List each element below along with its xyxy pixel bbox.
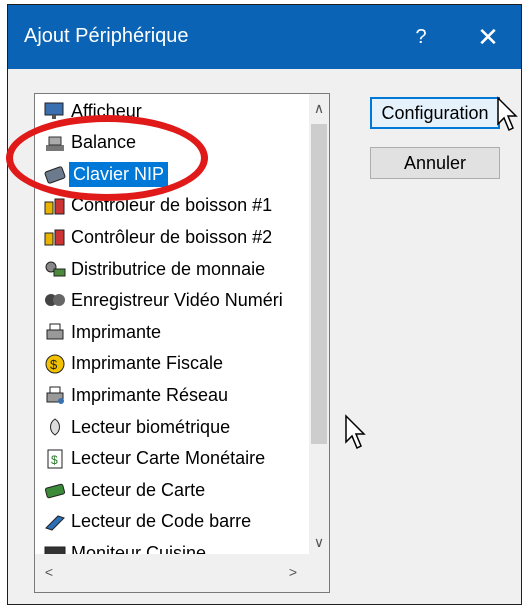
device-list-item-label: Imprimante Fiscale — [71, 353, 224, 374]
vertical-scrollbar[interactable]: ∧ ∨ — [309, 94, 329, 554]
close-button[interactable]: ✕ — [463, 17, 513, 57]
device-list-item[interactable]: Balance — [35, 128, 311, 158]
device-list-item[interactable]: Clavier NIP — [35, 159, 311, 189]
window-title: Ajout Périphérique — [24, 25, 189, 47]
device-list-item[interactable]: Contrôleur de boisson #2 — [35, 222, 311, 252]
title-bar[interactable]: Ajout Périphérique ? ✕ — [8, 5, 521, 69]
drink-controller-icon — [43, 225, 67, 249]
cancel-button[interactable]: Annuler — [370, 147, 500, 179]
device-list-item[interactable]: Contrôleur de boisson #1 — [35, 191, 311, 221]
device-list-item-label: Contrôleur de boisson #2 — [71, 226, 273, 247]
device-list-item-label: Imprimante — [71, 321, 162, 342]
device-list-item[interactable]: Imprimante — [35, 317, 311, 347]
device-list-item-label: Balance — [71, 132, 137, 153]
device-list-item-label: Lecteur de Carte — [71, 479, 206, 500]
device-list-item[interactable]: Moniteur Cuisine — [35, 538, 311, 554]
device-list-item-label: Clavier NIP — [69, 161, 169, 187]
device-list-item-label: Lecteur biométrique — [71, 416, 231, 437]
device-list-item-label: Distributrice de monnaie — [71, 258, 266, 279]
help-button[interactable]: ? — [401, 17, 441, 57]
scrollbar-corner — [309, 554, 329, 592]
scroll-down-icon[interactable]: ∨ — [309, 532, 329, 552]
drink-controller-icon — [43, 194, 67, 218]
dvr-icon — [43, 289, 67, 313]
scroll-up-icon[interactable]: ∧ — [309, 98, 329, 118]
device-list-items: Afficheur Balance Clavier NIP Contrôleur de… — [35, 94, 311, 554]
device-list-item[interactable]: Imprimante Réseau — [35, 380, 311, 410]
device-list-item-label: Afficheur — [71, 100, 142, 121]
device-list-item[interactable]: Lecteur biométrique — [35, 412, 311, 442]
device-list-item[interactable]: Lecteur de Carte — [35, 475, 311, 505]
svg-text:$: $ — [50, 357, 58, 372]
display-icon — [43, 99, 67, 123]
scroll-left-icon[interactable]: < — [39, 562, 59, 582]
pinpad-icon — [43, 162, 67, 186]
add-device-dialog: Ajout Périphérique ? ✕ Afficheur Balance C… — [7, 4, 522, 605]
kitchen-monitor-icon — [43, 541, 67, 554]
device-list-item[interactable]: Afficheur — [35, 96, 311, 126]
device-list-item[interactable]: $ Imprimante Fiscale — [35, 349, 311, 379]
device-list-item[interactable]: $ Lecteur Carte Monétaire — [35, 444, 311, 474]
card-reader-icon — [43, 478, 67, 502]
device-list-item[interactable]: Enregistreur Vidéo Numéri — [35, 286, 311, 316]
configuration-button[interactable]: Configuration — [370, 97, 500, 129]
device-list-item[interactable]: Distributrice de monnaie — [35, 254, 311, 284]
barcode-reader-icon — [43, 510, 67, 534]
device-listbox[interactable]: Afficheur Balance Clavier NIP Contrôleur de… — [34, 93, 330, 593]
device-list-item-label: Imprimante Réseau — [71, 384, 229, 405]
horizontal-scrollbar[interactable]: < > — [35, 554, 311, 592]
device-list-item-label: Enregistreur Vidéo Numéri — [71, 290, 283, 311]
device-list-item[interactable]: Lecteur de Code barre — [35, 507, 311, 537]
scroll-thumb[interactable] — [311, 124, 327, 444]
printer-icon — [43, 320, 67, 344]
coin-dispenser-icon — [43, 257, 67, 281]
biometric-reader-icon — [43, 415, 67, 439]
device-list-item-label: Lecteur Carte Monétaire — [71, 448, 266, 469]
fiscal-printer-icon: $ — [43, 352, 67, 376]
device-list-item-label: Lecteur de Code barre — [71, 511, 252, 532]
scale-icon — [43, 131, 67, 155]
device-list-item-label: Contrôleur de boisson #1 — [71, 195, 273, 216]
money-card-reader-icon: $ — [43, 447, 67, 471]
svg-text:$: $ — [51, 453, 58, 467]
scroll-right-icon[interactable]: > — [283, 562, 303, 582]
network-printer-icon — [43, 383, 67, 407]
device-list-item-label: Moniteur Cuisine — [71, 542, 207, 554]
